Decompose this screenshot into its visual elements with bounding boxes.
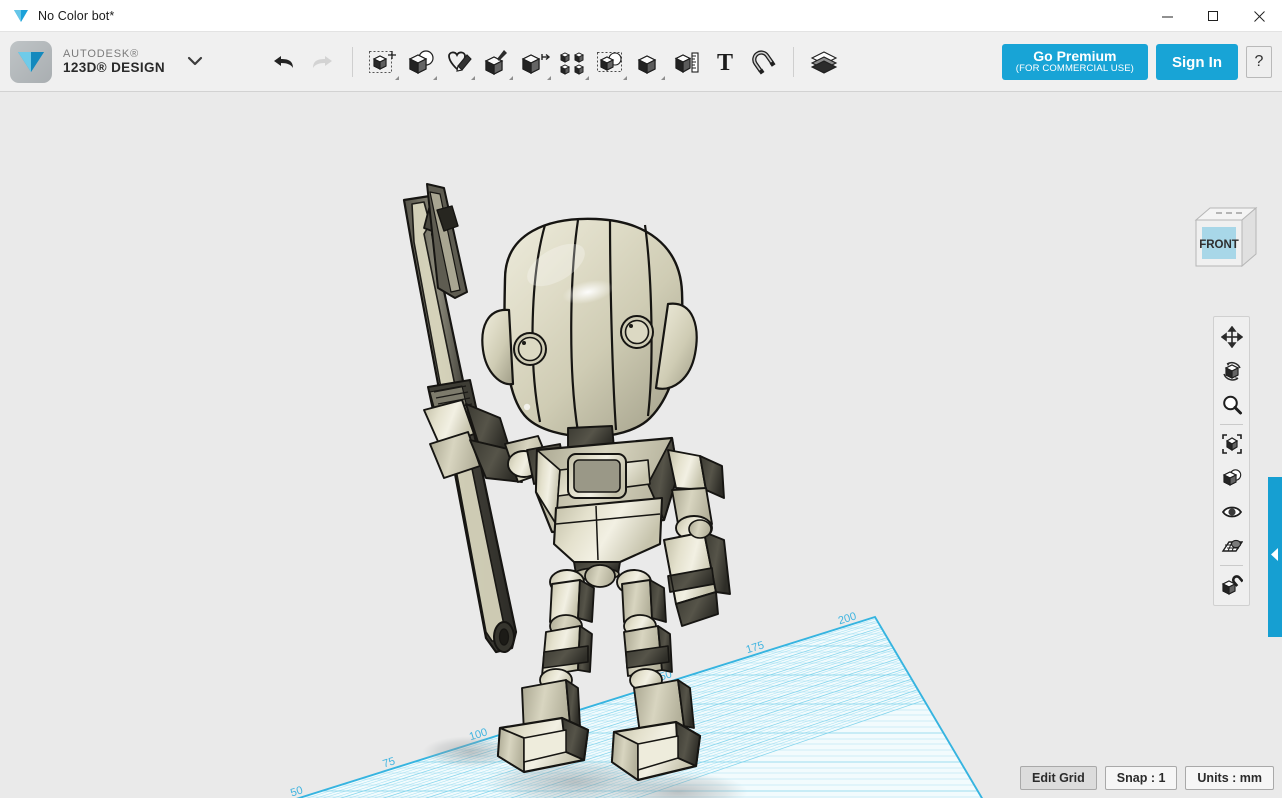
robot-model bbox=[404, 184, 730, 780]
window-controls bbox=[1144, 0, 1282, 32]
go-premium-label: Go Premium bbox=[1033, 49, 1116, 64]
sign-in-button[interactable]: Sign In bbox=[1156, 44, 1238, 80]
chevron-left-icon bbox=[1271, 548, 1279, 566]
brand-product: 123D® DESIGN bbox=[63, 60, 165, 75]
primitives-tool[interactable] bbox=[402, 40, 440, 84]
orbit-tool[interactable] bbox=[1216, 354, 1247, 388]
toolbar-divider bbox=[1220, 424, 1243, 425]
view-cube-face-label: FRONT bbox=[1199, 239, 1239, 251]
help-button[interactable]: ? bbox=[1246, 46, 1272, 78]
toolbar-divider bbox=[1220, 565, 1243, 566]
robot-eye-left bbox=[514, 333, 546, 365]
title-bar: No Color bot* bbox=[0, 0, 1282, 32]
account-cluster: Go Premium (FOR COMMERCIAL USE) Sign In … bbox=[1002, 32, 1272, 92]
window-title: No Color bot* bbox=[38, 9, 114, 23]
sketch-tool[interactable] bbox=[440, 40, 478, 84]
viewport-canvas[interactable]: 255075100125150175200 255075100125150175… bbox=[0, 92, 1282, 798]
view-navigation-toolbar bbox=[1213, 316, 1250, 606]
brand-text: AUTODESK® 123D® DESIGN bbox=[63, 48, 165, 75]
robot-arm-right bbox=[664, 450, 730, 626]
transform-tool[interactable] bbox=[364, 40, 402, 84]
group-tool[interactable] bbox=[592, 40, 630, 84]
edit-grid-button[interactable]: Edit Grid bbox=[1020, 766, 1097, 790]
status-bar: Edit Grid Snap : 1 Units : mm bbox=[1020, 766, 1274, 790]
snap-setting-button[interactable]: Snap : 1 bbox=[1105, 766, 1178, 790]
robot-eye-right bbox=[621, 316, 653, 348]
undo-button[interactable] bbox=[265, 40, 303, 84]
text-tool[interactable]: T bbox=[706, 40, 744, 84]
grid-tool[interactable] bbox=[1216, 529, 1247, 563]
minimize-button[interactable] bbox=[1144, 0, 1190, 32]
brand-company: AUTODESK® bbox=[63, 48, 165, 60]
combine-tool[interactable] bbox=[630, 40, 668, 84]
zoom-tool[interactable] bbox=[1216, 388, 1247, 422]
measure-tool[interactable] bbox=[668, 40, 706, 84]
display-tool[interactable] bbox=[1216, 461, 1247, 495]
toolbar-divider bbox=[352, 47, 353, 77]
go-premium-sublabel: (FOR COMMERCIAL USE) bbox=[1016, 64, 1134, 74]
autodesk-triangle-icon bbox=[8, 9, 34, 23]
dropdown-corner-icon bbox=[547, 76, 551, 80]
dropdown-corner-icon bbox=[661, 76, 665, 80]
brand-block: AUTODESK® 123D® DESIGN bbox=[0, 41, 203, 83]
close-button[interactable] bbox=[1236, 0, 1282, 32]
materials-button[interactable] bbox=[805, 40, 843, 84]
chevron-down-icon[interactable] bbox=[187, 53, 203, 71]
view-cube[interactable]: FRONT bbox=[1186, 202, 1258, 285]
visibility-tool[interactable] bbox=[1216, 495, 1247, 529]
side-panel-expander[interactable] bbox=[1268, 477, 1282, 637]
autodesk-logo-icon[interactable] bbox=[10, 41, 52, 83]
construct-tool[interactable] bbox=[478, 40, 516, 84]
robot-torso bbox=[536, 438, 678, 580]
fit-tool[interactable] bbox=[1216, 427, 1247, 461]
dropdown-corner-icon bbox=[471, 76, 475, 80]
pan-tool[interactable] bbox=[1216, 320, 1247, 354]
toolbar-divider bbox=[793, 47, 794, 77]
grid-label-y: 50 bbox=[289, 784, 304, 798]
go-premium-button[interactable]: Go Premium (FOR COMMERCIAL USE) bbox=[1002, 44, 1148, 80]
robot-head bbox=[482, 219, 696, 437]
maximize-button[interactable] bbox=[1190, 0, 1236, 32]
redo-button[interactable] bbox=[303, 40, 341, 84]
snap-view-tool[interactable] bbox=[1216, 568, 1247, 602]
main-toolbar: AUTODESK® 123D® DESIGN bbox=[0, 32, 1282, 92]
dropdown-corner-icon bbox=[509, 76, 513, 80]
units-setting-button[interactable]: Units : mm bbox=[1185, 766, 1274, 790]
3d-scene: 255075100125150175200 255075100125150175… bbox=[0, 92, 1282, 798]
pattern-tool[interactable] bbox=[554, 40, 592, 84]
dropdown-corner-icon bbox=[585, 76, 589, 80]
tool-group: T bbox=[364, 40, 782, 84]
dropdown-corner-icon bbox=[623, 76, 627, 80]
modify-tool[interactable] bbox=[516, 40, 554, 84]
snap-tool[interactable] bbox=[744, 40, 782, 84]
dropdown-corner-icon bbox=[395, 76, 399, 80]
history-group bbox=[265, 40, 341, 84]
svg-text:T: T bbox=[717, 50, 733, 76]
dropdown-corner-icon bbox=[433, 76, 437, 80]
